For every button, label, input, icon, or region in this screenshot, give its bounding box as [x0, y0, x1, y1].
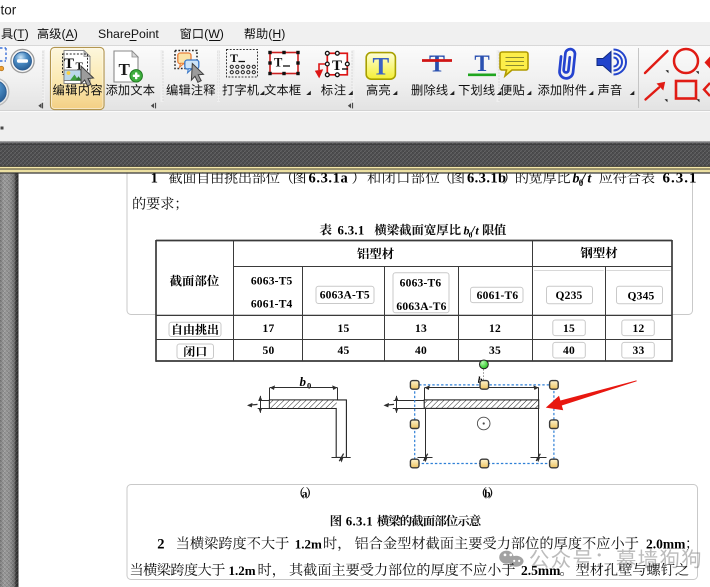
svg-text:17: 17	[263, 323, 275, 335]
svg-text:35: 35	[489, 345, 501, 357]
svg-text:b: b	[300, 374, 307, 389]
svg-text:(H): (H)	[268, 27, 285, 41]
svg-text:a: a	[302, 489, 308, 501]
svg-text:6063A-T5: 6063A-T5	[320, 290, 370, 302]
svg-text:T: T	[429, 52, 445, 78]
svg-text:6.3.1: 6.3.1	[338, 223, 365, 237]
svg-text:T: T	[372, 54, 389, 81]
svg-text:Q345: Q345	[628, 291, 655, 303]
svg-text:(A): (A)	[62, 27, 78, 41]
svg-text:T: T	[332, 58, 342, 74]
svg-text:Q235: Q235	[556, 290, 583, 302]
svg-text:15: 15	[338, 323, 350, 335]
svg-text:6.3.1: 6.3.1	[346, 514, 373, 528]
svg-text:15: 15	[563, 323, 575, 335]
svg-text:0: 0	[307, 381, 311, 391]
svg-text:6061-T4: 6061-T4	[251, 299, 293, 311]
svg-text:50: 50	[263, 345, 275, 357]
svg-text:T: T	[230, 51, 238, 65]
svg-text:SharePoint: SharePoint	[98, 27, 159, 41]
svg-text:tor: tor	[1, 3, 17, 18]
svg-text:T: T	[474, 51, 489, 76]
svg-text:12: 12	[489, 323, 501, 335]
svg-text:1.2m: 1.2m	[295, 536, 322, 551]
svg-text:12: 12	[633, 323, 645, 335]
svg-text:40: 40	[415, 345, 427, 357]
svg-text:1.2m: 1.2m	[229, 563, 256, 578]
svg-text:40: 40	[563, 345, 575, 357]
svg-text:(W): (W)	[204, 27, 224, 41]
svg-text:(T): (T)	[13, 27, 29, 41]
svg-text:T: T	[119, 60, 131, 79]
svg-text:33: 33	[633, 345, 645, 357]
svg-text:2: 2	[157, 536, 164, 552]
svg-text:13: 13	[415, 323, 427, 335]
svg-text:6063-T5: 6063-T5	[251, 276, 293, 288]
svg-text:6061-T6: 6061-T6	[477, 290, 519, 302]
svg-text:T: T	[274, 56, 283, 70]
svg-text:2.0mm: 2.0mm	[646, 536, 686, 551]
svg-text:b: b	[484, 489, 490, 501]
svg-text:6063-T6: 6063-T6	[400, 277, 442, 289]
svg-text:45: 45	[338, 345, 350, 357]
svg-text:2.5mm: 2.5mm	[521, 563, 561, 578]
svg-text:6063A-T6: 6063A-T6	[396, 301, 446, 313]
